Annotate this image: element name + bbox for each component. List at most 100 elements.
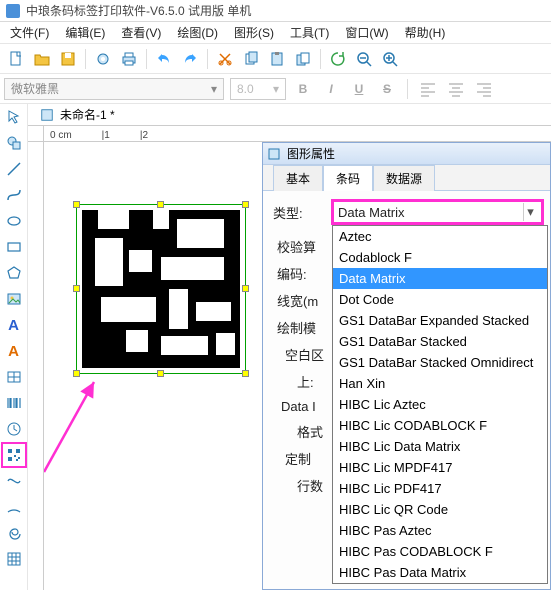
image-tool[interactable]	[2, 287, 26, 311]
document-tab[interactable]: 未命名-1 *	[32, 104, 123, 125]
grid-tool[interactable]	[2, 547, 26, 571]
resize-handle[interactable]	[157, 201, 164, 208]
tab-datasource[interactable]: 数据源	[373, 165, 435, 191]
dropdown-option[interactable]: HIBC Lic PDF417	[333, 478, 547, 499]
panel-title: 图形属性	[287, 145, 335, 162]
dropdown-option[interactable]: HIBC Lic QR Code	[333, 499, 547, 520]
dropdown-option[interactable]: Dot Code	[333, 289, 547, 310]
settings-button[interactable]	[91, 47, 115, 71]
resize-handle[interactable]	[73, 285, 80, 292]
font-select[interactable]: 微软雅黑 ▾	[4, 78, 224, 100]
rect-tool[interactable]	[2, 235, 26, 259]
menu-file[interactable]: 文件(F)	[4, 22, 55, 43]
menu-help[interactable]: 帮助(H)	[399, 22, 452, 43]
group-custom: 定制	[281, 449, 311, 468]
dropdown-option[interactable]: HIBC Lic CODABLOCK F	[333, 415, 547, 436]
paste-button[interactable]	[265, 47, 289, 71]
underline-button[interactable]: U	[348, 78, 370, 100]
zoom-in-button[interactable]	[378, 47, 402, 71]
resize-handle[interactable]	[242, 285, 249, 292]
refresh-button[interactable]	[326, 47, 350, 71]
menu-view[interactable]: 查看(V)	[115, 22, 167, 43]
left-toolbox: A A	[0, 104, 28, 590]
spiral-tool[interactable]	[2, 521, 26, 545]
strike-button[interactable]: S	[376, 78, 398, 100]
ruler-corner	[28, 126, 44, 142]
clock-tool[interactable]	[2, 417, 26, 441]
resize-handle[interactable]	[73, 201, 80, 208]
dropdown-option[interactable]: HIBC Lic Data Matrix	[333, 436, 547, 457]
print-button[interactable]	[117, 47, 141, 71]
dropdown-option[interactable]: HIBC Pas Aztec	[333, 520, 547, 541]
label-rows: 行数	[293, 476, 323, 495]
menu-edit[interactable]: 编辑(E)	[59, 22, 111, 43]
menu-tools[interactable]: 工具(T)	[284, 22, 335, 43]
undo-button[interactable]	[152, 47, 176, 71]
path-tool[interactable]	[2, 469, 26, 493]
copy-button[interactable]	[239, 47, 263, 71]
ellipse-tool[interactable]	[2, 209, 26, 233]
type-label: 类型:	[273, 203, 327, 222]
menu-window[interactable]: 窗口(W)	[339, 22, 394, 43]
dropdown-option[interactable]: Aztec	[333, 226, 547, 247]
resize-handle[interactable]	[157, 370, 164, 377]
document-tab-label: 未命名-1 *	[60, 106, 115, 123]
align-center-button[interactable]	[445, 78, 467, 100]
barcode-1d-tool[interactable]	[2, 391, 26, 415]
line-tool[interactable]	[2, 157, 26, 181]
horizontal-ruler: 0 cm |1 |2	[44, 126, 551, 142]
dropdown-option[interactable]: HIBC Lic MPDF417	[333, 457, 547, 478]
align-right-button[interactable]	[473, 78, 495, 100]
dropdown-option[interactable]: HIBC Pas CODABLOCK F	[333, 541, 547, 562]
arc-tool[interactable]	[2, 495, 26, 519]
label-linewidth: 线宽(m	[273, 291, 327, 310]
table-tool[interactable]	[2, 365, 26, 389]
dropdown-option[interactable]: Data Matrix	[333, 268, 547, 289]
label-checksum: 校验算	[273, 237, 327, 256]
open-button[interactable]	[30, 47, 54, 71]
dropdown-option[interactable]: HIBC Lic Aztec	[333, 394, 547, 415]
menu-draw[interactable]: 绘图(D)	[171, 22, 224, 43]
resize-handle[interactable]	[242, 370, 249, 377]
barcode-type-value: Data Matrix	[338, 205, 404, 220]
dropdown-option[interactable]: GS1 DataBar Stacked Omnidirect	[333, 352, 547, 373]
ruler-mark: |2	[140, 130, 148, 141]
app-title: 中琅条码标签打印软件-V6.5.0 试用版 单机	[26, 2, 251, 19]
tab-basic[interactable]: 基本	[273, 165, 323, 191]
label-format: 格式	[293, 422, 323, 441]
dropdown-option[interactable]: GS1 DataBar Expanded Stacked	[333, 310, 547, 331]
barcode-type-select[interactable]: Data Matrix ▾	[333, 201, 542, 223]
annotation-arrow-icon	[44, 362, 114, 482]
tab-barcode[interactable]: 条码	[323, 165, 373, 191]
dropdown-option[interactable]: Han Xin	[333, 373, 547, 394]
redo-button[interactable]	[178, 47, 202, 71]
italic-button[interactable]: I	[320, 78, 342, 100]
panel-titlebar[interactable]: 图形属性	[263, 143, 550, 165]
font-size-select[interactable]: 8.0 ▾	[230, 78, 286, 100]
curve-tool[interactable]	[2, 183, 26, 207]
label-drawmode: 绘制模	[273, 318, 327, 337]
barcode-2d-tool[interactable]	[2, 443, 26, 467]
dropdown-option[interactable]: GS1 DataBar Stacked	[333, 331, 547, 352]
ruler-mark: |1	[102, 130, 110, 141]
text-tool[interactable]: A	[2, 313, 26, 337]
menu-shape[interactable]: 图形(S)	[228, 22, 280, 43]
cut-button[interactable]	[213, 47, 237, 71]
duplicate-button[interactable]	[291, 47, 315, 71]
richtext-tool[interactable]: A	[2, 339, 26, 363]
save-button[interactable]	[56, 47, 80, 71]
shape-tool[interactable]	[2, 131, 26, 155]
polygon-tool[interactable]	[2, 261, 26, 285]
dropdown-option[interactable]: Codablock F	[333, 247, 547, 268]
bold-button[interactable]: B	[292, 78, 314, 100]
select-tool[interactable]	[2, 105, 26, 129]
barcode-type-dropdown[interactable]: AztecCodablock FData MatrixDot CodeGS1 D…	[332, 225, 548, 584]
align-left-button[interactable]	[417, 78, 439, 100]
new-doc-button[interactable]	[4, 47, 28, 71]
panel-body: 类型: Data Matrix ▾ 校验算 编码: 线宽(m 绘制模 空白区 上…	[263, 191, 550, 589]
zoom-out-button[interactable]	[352, 47, 376, 71]
selected-object[interactable]	[76, 204, 246, 374]
resize-handle[interactable]	[242, 201, 249, 208]
vertical-ruler	[28, 142, 44, 590]
dropdown-option[interactable]: HIBC Pas Data Matrix	[333, 562, 547, 583]
